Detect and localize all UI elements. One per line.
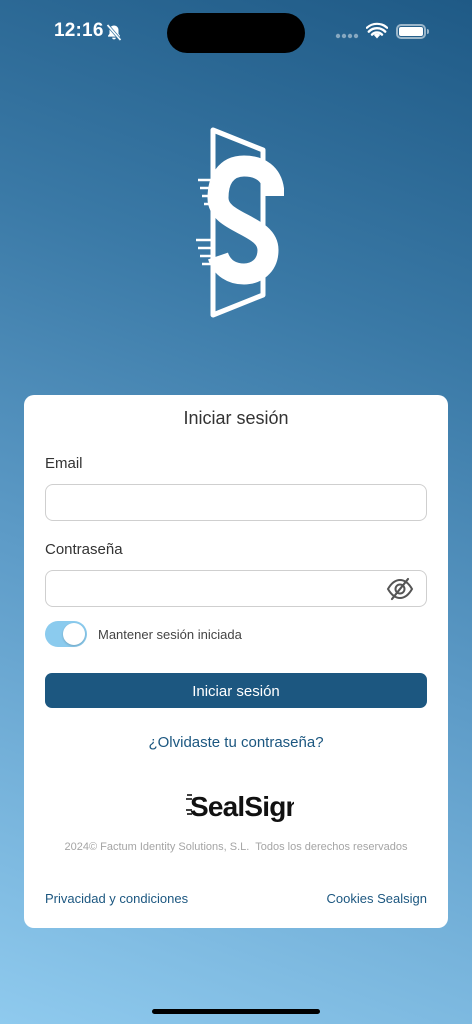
cookies-link[interactable]: Cookies Sealsign <box>327 891 427 906</box>
wifi-icon <box>366 22 388 39</box>
email-label: Email <box>45 455 83 472</box>
brand-text: SealSign <box>190 791 294 822</box>
battery-icon <box>396 24 429 39</box>
home-indicator[interactable] <box>152 1009 320 1014</box>
eye-slash-icon[interactable] <box>386 577 414 601</box>
email-field[interactable] <box>45 484 427 521</box>
forgot-password-link[interactable]: ¿Olvidaste tu contraseña? <box>24 734 448 751</box>
cellular-signal-icon <box>335 33 359 39</box>
card-title: Iniciar sesión <box>183 408 289 428</box>
status-time: 12:16 <box>54 20 104 41</box>
keep-session-label: Mantener sesión iniciada <box>98 627 242 642</box>
copyright-text: 2024© Factum Identity Solutions, S.L. To… <box>64 841 408 853</box>
login-card: Iniciar sesión Email Contraseña Mantener… <box>24 395 448 928</box>
privacy-link[interactable]: Privacidad y condiciones <box>45 891 188 906</box>
status-bar: 12:16 <box>0 0 472 64</box>
toggle-knob <box>63 623 85 645</box>
password-field[interactable] <box>45 570 427 607</box>
bell-slash-icon <box>106 24 122 41</box>
sealsign-brand-logo: SealSign <box>186 791 294 822</box>
keep-session-toggle[interactable] <box>45 621 87 647</box>
password-label: Contraseña <box>45 541 123 558</box>
sealsign-s-logo-icon <box>196 127 284 318</box>
login-button[interactable]: Iniciar sesión <box>45 673 427 708</box>
dynamic-island <box>167 13 305 53</box>
